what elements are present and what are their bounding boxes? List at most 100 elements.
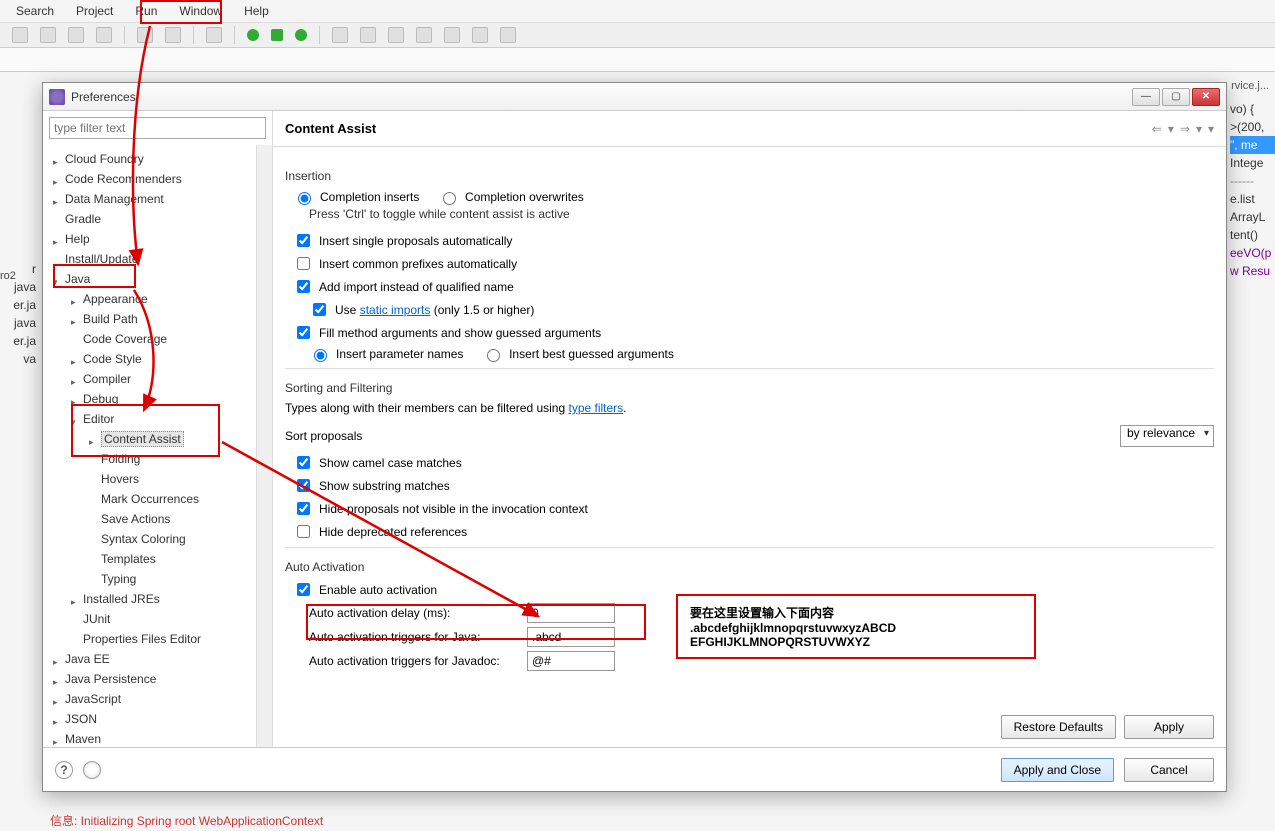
auto-javadoc-input[interactable] — [527, 651, 615, 671]
toolbar-icon[interactable] — [137, 27, 153, 43]
toolbar-icon[interactable] — [165, 27, 181, 43]
twisty-icon[interactable] — [53, 254, 63, 264]
twisty-icon[interactable] — [89, 514, 99, 524]
tree-item-java-ee[interactable]: Java EE — [43, 649, 256, 669]
twisty-icon[interactable] — [89, 534, 99, 544]
apply-button[interactable]: Apply — [1124, 715, 1214, 739]
tree-item-javascript[interactable]: JavaScript — [43, 689, 256, 709]
dialog-titlebar[interactable]: Preferences — ▢ ✕ — [43, 83, 1226, 111]
tree-item-junit[interactable]: JUnit — [43, 609, 256, 629]
twisty-icon[interactable] — [89, 454, 99, 464]
close-button[interactable]: ✕ — [1192, 88, 1220, 106]
tree-item-typing[interactable]: Typing — [43, 569, 256, 589]
tree-item-installed-jres[interactable]: Installed JREs — [43, 589, 256, 609]
tree-item-code-style[interactable]: Code Style — [43, 349, 256, 369]
toolbar-icon[interactable] — [206, 27, 222, 43]
tree-item-mark-occurrences[interactable]: Mark Occurrences — [43, 489, 256, 509]
fill-args-checkbox[interactable] — [297, 326, 310, 339]
tree-item-templates[interactable]: Templates — [43, 549, 256, 569]
enable-auto-checkbox[interactable] — [297, 583, 310, 596]
tree-item-appearance[interactable]: Appearance — [43, 289, 256, 309]
twisty-icon[interactable] — [53, 274, 63, 284]
twisty-icon[interactable] — [53, 174, 63, 184]
tree-item-java-persistence[interactable]: Java Persistence — [43, 669, 256, 689]
debug-icon[interactable] — [271, 29, 283, 41]
twisty-icon[interactable] — [53, 674, 63, 684]
tree-item-save-actions[interactable]: Save Actions — [43, 509, 256, 529]
apply-and-close-button[interactable]: Apply and Close — [1001, 758, 1114, 782]
twisty-icon[interactable] — [71, 294, 81, 304]
tree-item-content-assist[interactable]: Content Assist — [43, 429, 256, 449]
tree-item-compiler[interactable]: Compiler — [43, 369, 256, 389]
sort-combo[interactable]: by relevance — [1120, 425, 1214, 447]
tree-item-gradle[interactable]: Gradle — [43, 209, 256, 229]
restore-defaults-button[interactable]: Restore Defaults — [1001, 715, 1116, 739]
menu-help[interactable]: Help — [244, 4, 269, 18]
tree-item-data-management[interactable]: Data Management — [43, 189, 256, 209]
app-toolbar[interactable] — [0, 22, 1275, 48]
twisty-icon[interactable] — [71, 374, 81, 384]
add-import-checkbox[interactable] — [297, 280, 310, 293]
insert-param-radio[interactable] — [314, 349, 327, 362]
tree-item-syntax-coloring[interactable]: Syntax Coloring — [43, 529, 256, 549]
twisty-icon[interactable] — [71, 594, 81, 604]
toolbar-icon[interactable] — [360, 27, 376, 43]
filter-input[interactable] — [49, 117, 266, 139]
tree-item-hovers[interactable]: Hovers — [43, 469, 256, 489]
chevron-icon[interactable]: ▾ — [1168, 122, 1174, 136]
menu-icon[interactable]: ▾ — [1208, 122, 1214, 136]
twisty-icon[interactable] — [71, 334, 81, 344]
chevron-icon[interactable]: ▾ — [1196, 122, 1202, 136]
twisty-icon[interactable] — [53, 234, 63, 244]
toolbar-icon[interactable] — [332, 27, 348, 43]
menu-window[interactable]: Window — [179, 4, 222, 18]
camel-checkbox[interactable] — [297, 456, 310, 469]
type-filters-link[interactable]: type filters — [568, 401, 623, 415]
tree-item-help[interactable]: Help — [43, 229, 256, 249]
twisty-icon[interactable] — [89, 494, 99, 504]
twisty-icon[interactable] — [71, 314, 81, 324]
record-icon[interactable] — [83, 761, 101, 779]
tree-item-json[interactable]: JSON — [43, 709, 256, 729]
back-icon[interactable]: ⇐ — [1152, 122, 1162, 136]
twisty-icon[interactable] — [71, 614, 81, 624]
substring-checkbox[interactable] — [297, 479, 310, 492]
app-menubar[interactable]: Search Project Run Window Help — [0, 0, 1275, 22]
twisty-icon[interactable] — [53, 154, 63, 164]
twisty-icon[interactable] — [71, 634, 81, 644]
use-static-imports-checkbox[interactable] — [313, 303, 326, 316]
toolbar-icon[interactable] — [12, 27, 28, 43]
tree-item-install-update[interactable]: Install/Update — [43, 249, 256, 269]
twisty-icon[interactable] — [89, 554, 99, 564]
twisty-icon[interactable] — [53, 714, 63, 724]
maximize-button[interactable]: ▢ — [1162, 88, 1190, 106]
tree-item-folding[interactable]: Folding — [43, 449, 256, 469]
toolbar-icon[interactable] — [472, 27, 488, 43]
help-icon[interactable]: ? — [55, 761, 73, 779]
twisty-icon[interactable] — [89, 574, 99, 584]
tree-item-maven[interactable]: Maven — [43, 729, 256, 747]
static-imports-link[interactable]: static imports — [360, 303, 431, 317]
toolbar-icon[interactable] — [388, 27, 404, 43]
twisty-icon[interactable] — [89, 434, 99, 444]
completion-inserts-radio[interactable] — [298, 192, 311, 205]
tree-item-code-coverage[interactable]: Code Coverage — [43, 329, 256, 349]
tree-item-cloud-foundry[interactable]: Cloud Foundry — [43, 149, 256, 169]
twisty-icon[interactable] — [71, 414, 81, 424]
cancel-button[interactable]: Cancel — [1124, 758, 1214, 782]
tree-item-code-recommenders[interactable]: Code Recommenders — [43, 169, 256, 189]
insert-best-radio[interactable] — [487, 349, 500, 362]
toolbar-icon[interactable] — [416, 27, 432, 43]
insert-single-checkbox[interactable] — [297, 234, 310, 247]
run-icon[interactable] — [295, 29, 307, 41]
twisty-icon[interactable] — [71, 394, 81, 404]
tree-item-build-path[interactable]: Build Path — [43, 309, 256, 329]
toolbar-icon[interactable] — [500, 27, 516, 43]
toolbar-icon[interactable] — [68, 27, 84, 43]
run-icon[interactable] — [247, 29, 259, 41]
toolbar-icon[interactable] — [40, 27, 56, 43]
forward-icon[interactable]: ⇒ — [1180, 122, 1190, 136]
menu-project[interactable]: Project — [76, 4, 113, 18]
twisty-icon[interactable] — [53, 694, 63, 704]
twisty-icon[interactable] — [53, 194, 63, 204]
